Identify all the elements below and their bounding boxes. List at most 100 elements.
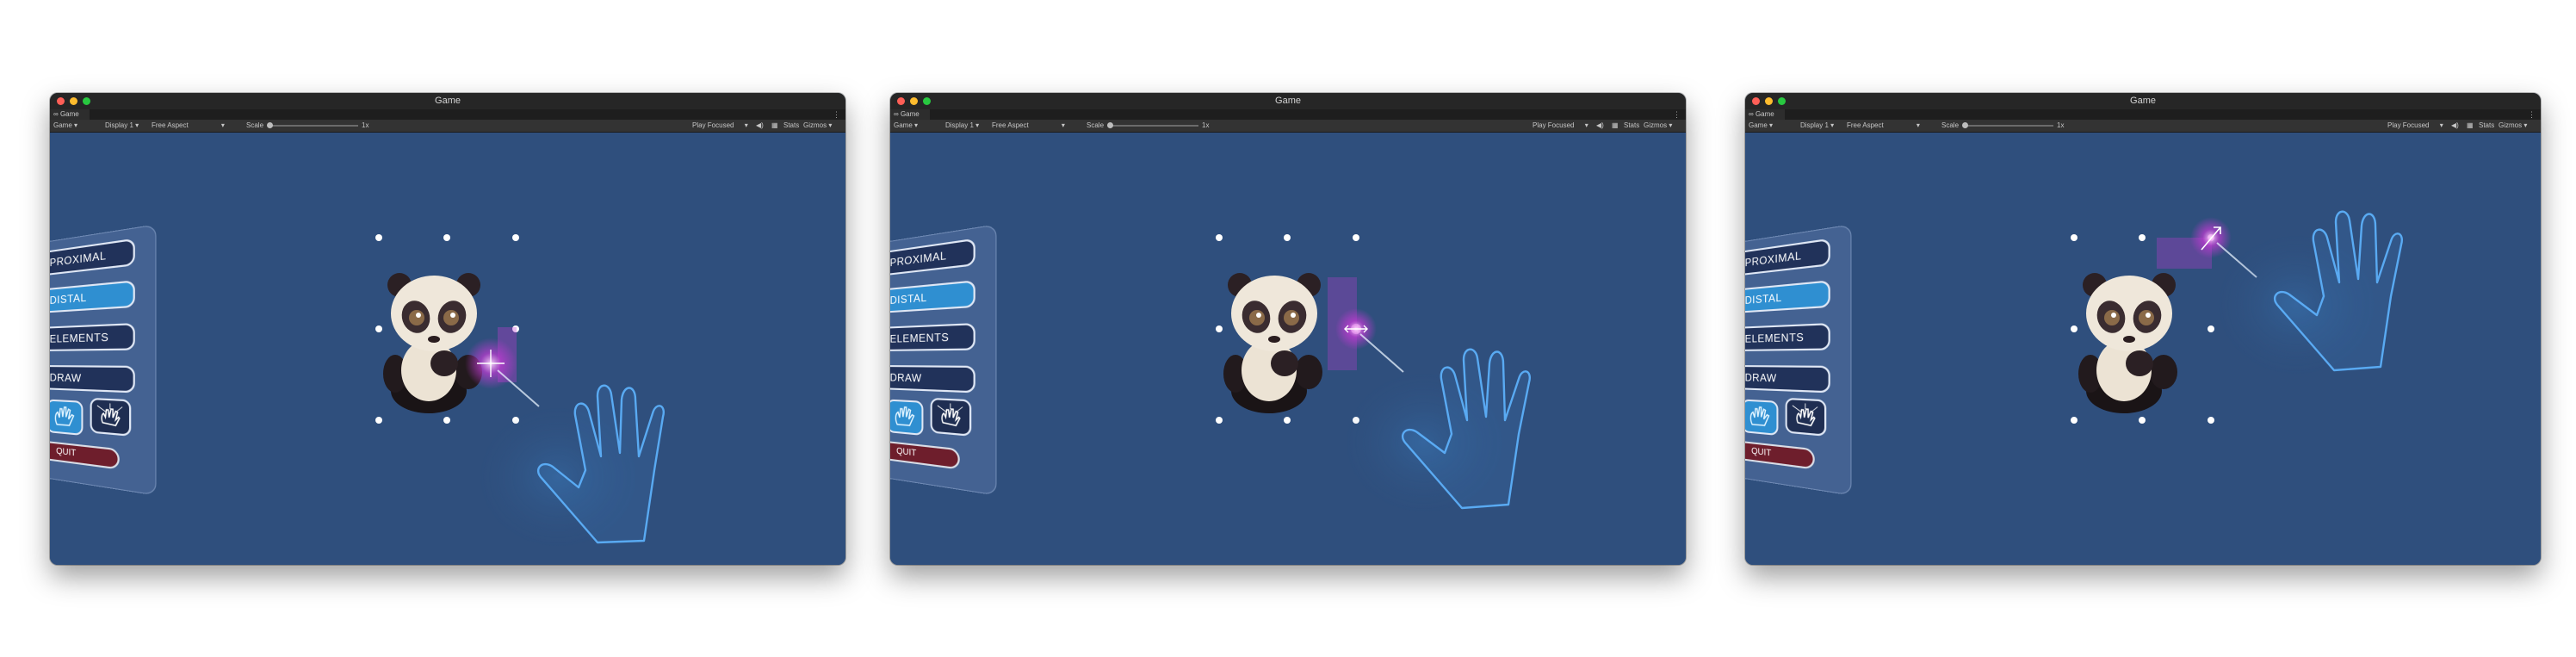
audio-icon[interactable]: ◀) [1596,120,1604,132]
bounds-handle[interactable] [2071,325,2078,332]
minimize-window-button[interactable] [1765,97,1773,105]
tab-label: Game [59,110,79,118]
game-viewport[interactable]: PROXIMAL DISTAL ELEMENTS DRAW QUIT [890,133,1686,565]
aspect-dropdown[interactable]: Free Aspect ▾ [1847,120,1920,132]
bounds-handle[interactable] [443,417,450,424]
panda-model[interactable] [383,273,482,413]
bounds-handle[interactable] [2139,234,2146,241]
window-title: Game [435,96,461,106]
stats-toggle[interactable]: Stats [1624,120,1639,132]
aspect-grid-icon[interactable]: ▦ [771,120,778,132]
tab-label: Game [900,110,920,118]
scale-label: Scale [1941,121,1960,129]
display-dropdown[interactable]: Display 1 ▾ [105,120,139,132]
panda-model[interactable] [1223,273,1322,413]
panda-model[interactable] [2078,273,2177,413]
bounds-handle[interactable] [2071,417,2078,424]
aspect-dropdown[interactable]: Free Aspect ▾ [152,120,225,132]
bounds-handle[interactable] [375,234,382,241]
display-dropdown[interactable]: Display 1 ▾ [945,120,979,132]
aspect-grid-icon[interactable]: ▦ [2467,120,2474,132]
audio-icon[interactable]: ◀) [2451,120,2459,132]
game-viewport[interactable]: PROXIMAL DISTAL ELEMENTS DRAW QUIT [1745,133,2541,565]
minimize-window-button[interactable] [910,97,918,105]
title-bar[interactable]: Game [1745,93,2541,109]
display-mode-dropdown[interactable]: Game ▾ [894,120,918,132]
scale-slider[interactable] [269,125,358,127]
close-window-button[interactable] [897,97,905,105]
bounds-handle[interactable] [1216,325,1223,332]
tab-label: Game [1755,110,1774,118]
gizmos-dropdown[interactable]: Gizmos ▾ [1644,120,1672,132]
scale-slider[interactable] [1109,125,1198,127]
aspect-dropdown[interactable]: Free Aspect ▾ [992,120,1065,132]
stats-toggle[interactable]: Stats [783,120,799,132]
scale-slider[interactable] [1964,125,2053,127]
tab-game[interactable]: ∞ Game [1745,109,1785,120]
bounds-handle[interactable] [1353,234,1359,241]
window-title: Game [1275,96,1301,106]
game-viewport[interactable]: PROXIMAL DISTAL ELEMENTS DRAW QUIT [50,133,845,565]
title-bar[interactable]: Game [890,93,1686,109]
close-window-button[interactable] [57,97,65,105]
scene-layer [375,234,665,546]
bounds-handle[interactable] [375,325,382,332]
play-mode-dropdown[interactable]: Play Focused ▾ [1533,120,1588,132]
display-mode-dropdown[interactable]: Game ▾ [53,120,77,132]
tab-bar: ∞ Game ⋮ [50,109,845,120]
display-mode-dropdown[interactable]: Game ▾ [1749,120,1773,132]
bounds-handle[interactable] [2208,417,2214,424]
scale-value: 1x [2057,121,2065,129]
minimize-window-button[interactable] [70,97,77,105]
scale-slider-handle[interactable] [267,122,273,128]
window-title: Game [2130,96,2156,106]
scale-label: Scale [1087,121,1105,129]
bounds-handle[interactable] [512,234,519,241]
gizmos-dropdown[interactable]: Gizmos ▾ [2499,120,2527,132]
gizmos-dropdown[interactable]: Gizmos ▾ [803,120,832,132]
scene-layer [1216,234,1531,511]
scene-layer [2071,210,2403,424]
zoom-window-button[interactable] [83,97,90,105]
tab-game[interactable]: ∞ Game [890,109,930,120]
hand-ray [497,369,540,407]
title-bar[interactable]: Game [50,93,845,109]
tab-bar: ∞ Game ⋮ [890,109,1686,120]
game-toolbar: Game ▾ Display 1 ▾ Free Aspect ▾ Scale 1… [50,120,845,133]
tab-bar: ∞ Game ⋮ [1745,109,2541,120]
play-mode-dropdown[interactable]: Play Focused ▾ [2387,120,2443,132]
game-icon: ∞ [1749,110,1754,118]
game-toolbar: Game ▾ Display 1 ▾ Free Aspect ▾ Scale 1… [890,120,1686,133]
tab-game[interactable]: ∞ Game [50,109,90,120]
more-icon[interactable]: ⋮ [1673,109,1681,120]
scale-value: 1x [1202,121,1210,129]
bounds-handle[interactable] [375,417,382,424]
aspect-grid-icon[interactable]: ▦ [1612,120,1619,132]
hand-ray [1359,333,1404,373]
game-icon: ∞ [53,110,59,118]
bounds-handle[interactable] [1284,417,1291,424]
zoom-window-button[interactable] [923,97,931,105]
bounds-handle[interactable] [1216,234,1223,241]
zoom-window-button[interactable] [1778,97,1786,105]
game-window: Game ∞ Game ⋮ Game ▾ Display 1 ▾ Free As… [1745,93,2541,565]
more-icon[interactable]: ⋮ [2528,109,2536,120]
game-window: Game ∞ Game ⋮ Game ▾ Display 1 ▾ Free As… [50,93,845,565]
close-window-button[interactable] [1752,97,1760,105]
display-dropdown[interactable]: Display 1 ▾ [1800,120,1834,132]
game-window: Game ∞ Game ⋮ Game ▾ Display 1 ▾ Free As… [890,93,1686,565]
more-icon[interactable]: ⋮ [833,109,840,120]
bounds-handle[interactable] [2208,325,2214,332]
scale-value: 1x [362,121,369,129]
bounds-handle[interactable] [2071,234,2078,241]
audio-icon[interactable]: ◀) [756,120,764,132]
scale-slider-handle[interactable] [1962,122,1968,128]
bounds-handle[interactable] [2139,417,2146,424]
stats-toggle[interactable]: Stats [2479,120,2494,132]
bounds-handle[interactable] [443,234,450,241]
bounds-handle[interactable] [1284,234,1291,241]
scale-slider-handle[interactable] [1107,122,1113,128]
bounds-handle[interactable] [1216,417,1223,424]
game-toolbar: Game ▾ Display 1 ▾ Free Aspect ▾ Scale 1… [1745,120,2541,133]
play-mode-dropdown[interactable]: Play Focused ▾ [692,120,748,132]
